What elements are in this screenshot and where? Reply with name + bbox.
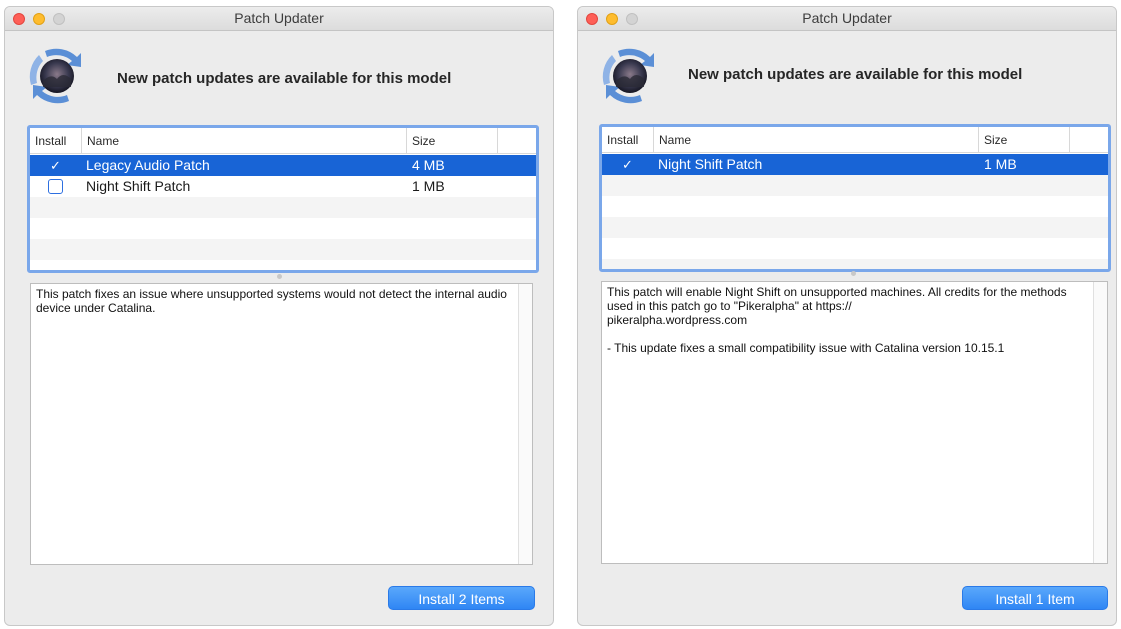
empty-row bbox=[30, 260, 536, 270]
table-row[interactable]: ✓ Night Shift Patch 1 MB bbox=[602, 154, 1108, 175]
column-header-size[interactable]: Size bbox=[979, 127, 1070, 153]
checkmark-icon: ✓ bbox=[50, 158, 61, 173]
headline: New patch updates are available for this… bbox=[117, 70, 452, 87]
update-arrows-icon bbox=[29, 48, 81, 104]
description-box[interactable]: This patch will enable Night Shift on un… bbox=[601, 281, 1108, 564]
patch-name: Night Shift Patch bbox=[86, 178, 191, 194]
patch-updater-window-right: Patch Updater New patch updates are avai… bbox=[577, 6, 1117, 626]
patch-table[interactable]: Install Name Size ✓ Night Shift Patch 1 … bbox=[599, 124, 1111, 272]
split-view-divider[interactable] bbox=[851, 271, 856, 276]
empty-row bbox=[602, 238, 1108, 259]
table-body: ✓ Night Shift Patch 1 MB bbox=[602, 154, 1108, 269]
patch-description: This patch will enable Night Shift on un… bbox=[607, 285, 1067, 355]
patch-table[interactable]: Install Name Size ✓ Legacy Audio Patch 4… bbox=[27, 125, 539, 273]
table-header: Install Name Size bbox=[30, 128, 536, 154]
column-header-name[interactable]: Name bbox=[82, 128, 407, 154]
empty-row bbox=[30, 239, 536, 260]
install-button[interactable]: Install 1 Item bbox=[962, 586, 1108, 610]
table-header: Install Name Size bbox=[602, 127, 1108, 153]
scrollbar[interactable] bbox=[1093, 282, 1107, 563]
patch-name: Legacy Audio Patch bbox=[86, 157, 210, 173]
install-checkbox[interactable] bbox=[48, 179, 64, 194]
column-header-install[interactable]: Install bbox=[602, 127, 654, 153]
table-row[interactable]: ✓ Legacy Audio Patch 4 MB bbox=[30, 155, 536, 176]
window-title: Patch Updater bbox=[802, 10, 892, 26]
empty-row bbox=[30, 218, 536, 239]
column-header-name[interactable]: Name bbox=[654, 127, 979, 153]
empty-row bbox=[602, 259, 1108, 269]
column-header-size[interactable]: Size bbox=[407, 128, 498, 154]
table-body: ✓ Legacy Audio Patch 4 MB Night Shift Pa… bbox=[30, 155, 536, 270]
title-bar[interactable]: Patch Updater bbox=[578, 7, 1116, 31]
install-checkbox[interactable]: ✓ bbox=[620, 157, 636, 172]
window-title: Patch Updater bbox=[234, 10, 324, 26]
description-box[interactable]: This patch fixes an issue where unsuppor… bbox=[30, 283, 533, 565]
headline: New patch updates are available for this… bbox=[688, 66, 1023, 83]
patch-name: Night Shift Patch bbox=[658, 156, 763, 172]
column-header-install[interactable]: Install bbox=[30, 128, 82, 154]
patch-size: 1 MB bbox=[984, 156, 1017, 172]
patch-updater-window-left: Patch Updater New patch updates are avai… bbox=[4, 6, 554, 626]
checkmark-icon: ✓ bbox=[622, 157, 633, 172]
install-button[interactable]: Install 2 Items bbox=[388, 586, 535, 610]
checkbox-empty-icon bbox=[48, 179, 63, 194]
patch-size: 1 MB bbox=[412, 178, 445, 194]
split-view-divider[interactable] bbox=[277, 274, 282, 279]
title-bar[interactable]: Patch Updater bbox=[5, 7, 553, 31]
update-arrows-icon bbox=[602, 48, 654, 104]
empty-row bbox=[602, 196, 1108, 217]
table-row[interactable]: Night Shift Patch 1 MB bbox=[30, 176, 536, 197]
install-checkbox[interactable]: ✓ bbox=[48, 158, 64, 173]
scrollbar[interactable] bbox=[518, 284, 532, 564]
empty-row bbox=[602, 175, 1108, 196]
patch-size: 4 MB bbox=[412, 157, 445, 173]
patch-description: This patch fixes an issue where unsuppor… bbox=[36, 287, 511, 315]
empty-row bbox=[30, 197, 536, 218]
empty-row bbox=[602, 217, 1108, 238]
